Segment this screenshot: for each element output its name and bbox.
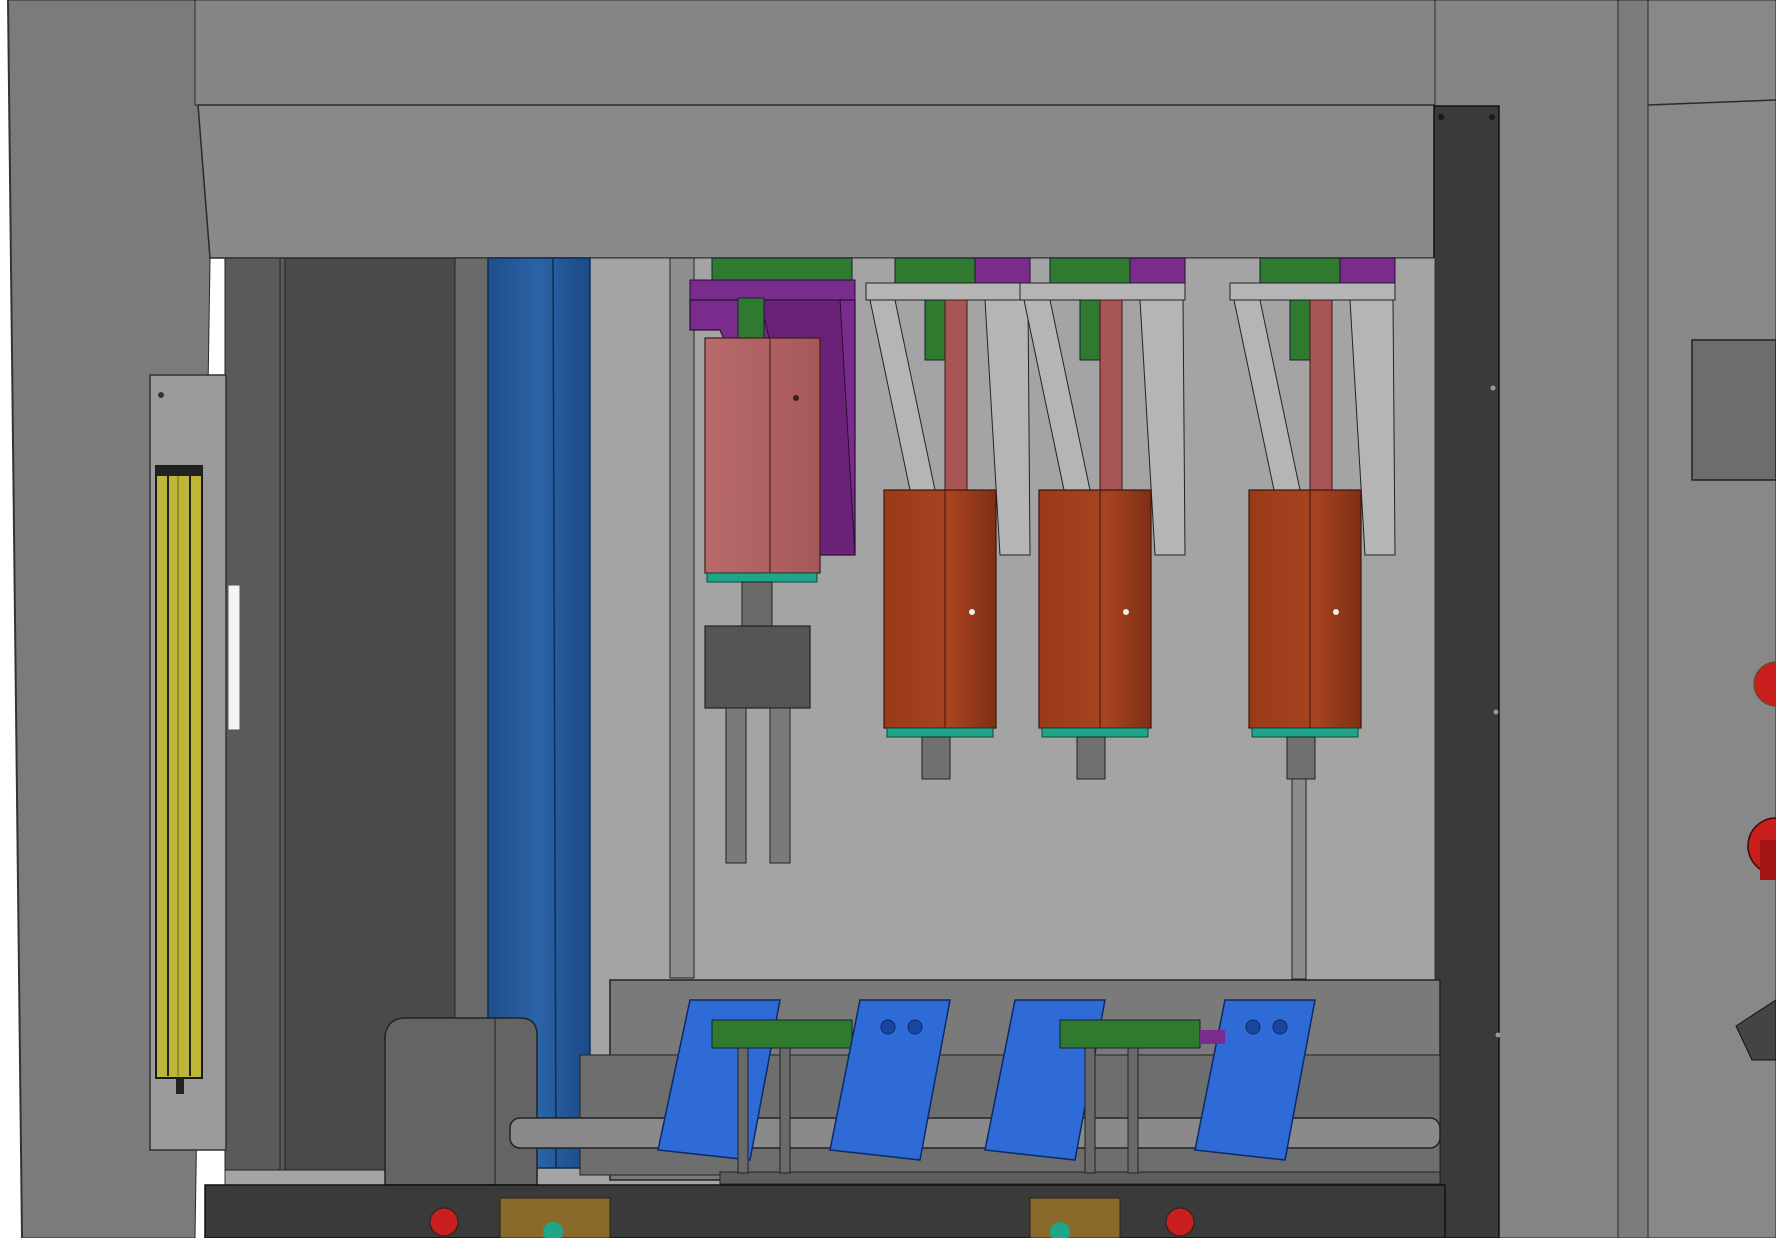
base-plate: [204, 1184, 1446, 1238]
enclosure-box: [384, 1017, 538, 1186]
top-hood: [197, 104, 1436, 259]
machine-render: [0, 0, 1776, 1238]
emergency-stop-icon: [429, 1207, 459, 1237]
guide-rail: [509, 1117, 1441, 1149]
door-post: [1433, 105, 1500, 1238]
top-beam: [194, 0, 1436, 106]
pilot-light-icon: [1165, 1207, 1195, 1237]
light-curtain-icon: [155, 465, 203, 1094]
control-panel-display: [1691, 339, 1776, 481]
cad-scene: [0, 0, 1776, 1238]
